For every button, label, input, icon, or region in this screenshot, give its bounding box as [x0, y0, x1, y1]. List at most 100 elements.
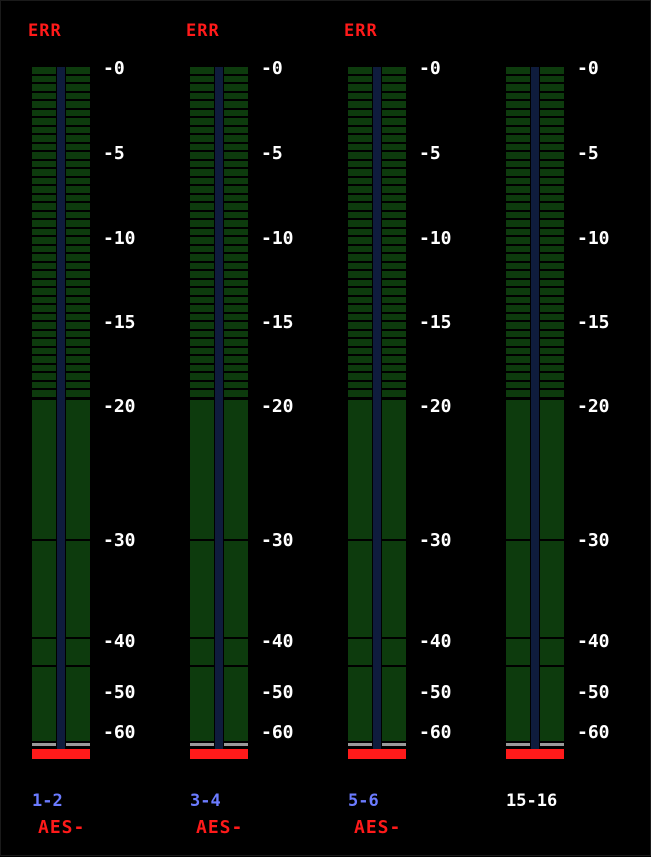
meter-segment	[66, 348, 90, 354]
meter-segment	[32, 178, 56, 184]
meter-segment	[32, 331, 56, 337]
meter-segment	[348, 212, 372, 218]
meter-segment	[66, 229, 90, 235]
meter-segment	[66, 220, 90, 227]
meter-segment	[66, 322, 90, 329]
meter-segment	[32, 76, 56, 82]
meter-segment	[348, 93, 372, 99]
db-scale-label: -60	[261, 722, 294, 743]
meter-segment	[190, 331, 214, 337]
db-scale-label: -40	[419, 631, 452, 652]
meter-floor-line	[540, 743, 564, 746]
meter-segment	[540, 135, 564, 142]
meter-segment	[540, 101, 564, 108]
db-scale-label: -10	[577, 228, 610, 249]
db-scale-label: -5	[261, 143, 283, 164]
meter-segment	[348, 178, 372, 184]
meter-segment	[32, 390, 56, 397]
meter-segment	[382, 76, 406, 82]
meter-body	[32, 67, 90, 749]
meter-segment	[66, 169, 90, 176]
meter-segment	[382, 135, 406, 142]
meter-segment	[224, 229, 248, 235]
meter-segment	[540, 169, 564, 176]
meter-segment	[382, 254, 406, 261]
meter-segment	[32, 220, 56, 227]
meter-segment	[382, 101, 406, 108]
meter-divider	[373, 67, 381, 749]
meter-segment	[224, 161, 248, 167]
meter-segment	[348, 390, 372, 397]
meter-segment	[506, 229, 530, 235]
meter-floor-line	[32, 743, 56, 746]
meter-segment	[32, 93, 56, 99]
meter-segment	[506, 76, 530, 82]
db-scale-label: -50	[261, 682, 294, 703]
meter-segment	[224, 93, 248, 99]
meter-segment	[190, 314, 214, 320]
meter-segment	[66, 365, 90, 371]
meter-segment	[32, 118, 56, 125]
meter-segment	[540, 305, 564, 312]
meter-segment	[348, 152, 372, 159]
db-scale-label: -60	[103, 722, 136, 743]
meter-segment	[382, 331, 406, 337]
source-label: AES-	[38, 817, 86, 838]
meter-segment	[382, 93, 406, 99]
meter-segment	[348, 254, 372, 261]
meter-segment	[506, 110, 530, 116]
meter-segment	[190, 195, 214, 201]
meter-segment	[190, 356, 214, 363]
meter-segment	[190, 76, 214, 82]
db-scale-label: -60	[577, 722, 610, 743]
meter-segment	[382, 195, 406, 201]
left-channel-bar	[32, 67, 56, 749]
meter-segment	[190, 271, 214, 278]
meter-segment	[506, 212, 530, 218]
meter-segment	[540, 152, 564, 159]
meter-segment	[506, 195, 530, 201]
right-channel-bar	[224, 67, 248, 749]
meter-segment	[382, 314, 406, 320]
meter-segment	[506, 203, 530, 210]
meter-segment	[540, 237, 564, 244]
meter-segment	[348, 144, 372, 150]
meter-segment	[382, 322, 406, 329]
meter-segment	[66, 305, 90, 312]
meter-segment	[32, 365, 56, 371]
meter-group-3: ERR -0 -5 -10 -15 -20 -30 -40 -50 -60 5-6 AES-	[317, 1, 475, 857]
meter-segment	[382, 271, 406, 278]
meter-segment	[506, 373, 530, 380]
meter-segment	[32, 84, 56, 91]
meter-segment	[382, 348, 406, 354]
meter-segment	[66, 67, 90, 74]
meter-segment	[540, 220, 564, 227]
meter-segment	[348, 229, 372, 235]
peak-indicator	[506, 749, 564, 759]
meter-segment	[506, 144, 530, 150]
meter-segment	[66, 288, 90, 295]
meter-segment	[32, 152, 56, 159]
meter-segment	[66, 203, 90, 210]
meter-segment	[190, 110, 214, 116]
db-scale-label: -40	[577, 631, 610, 652]
meter-segment	[348, 195, 372, 201]
meter-segment	[540, 144, 564, 150]
meter-segment	[382, 339, 406, 346]
meter-segment	[224, 305, 248, 312]
meter-segment	[382, 246, 406, 252]
meter-segment	[506, 541, 530, 637]
meter-segment	[190, 382, 214, 388]
meter-segment	[540, 195, 564, 201]
db-scale-label: -20	[261, 396, 294, 417]
meter-floor-line	[66, 743, 90, 746]
meter-segment	[506, 263, 530, 269]
meter-segment	[540, 331, 564, 337]
db-scale-label: -5	[103, 143, 125, 164]
meter-segment	[348, 203, 372, 210]
meter-segment	[66, 541, 90, 637]
meter-segment	[32, 195, 56, 201]
channel-label: 15-16	[506, 791, 558, 811]
meter-group-2: ERR -0 -5 -10 -15 -20 -30 -40 -50 -60 3-4 AES-	[159, 1, 317, 857]
meter-segment	[32, 135, 56, 142]
